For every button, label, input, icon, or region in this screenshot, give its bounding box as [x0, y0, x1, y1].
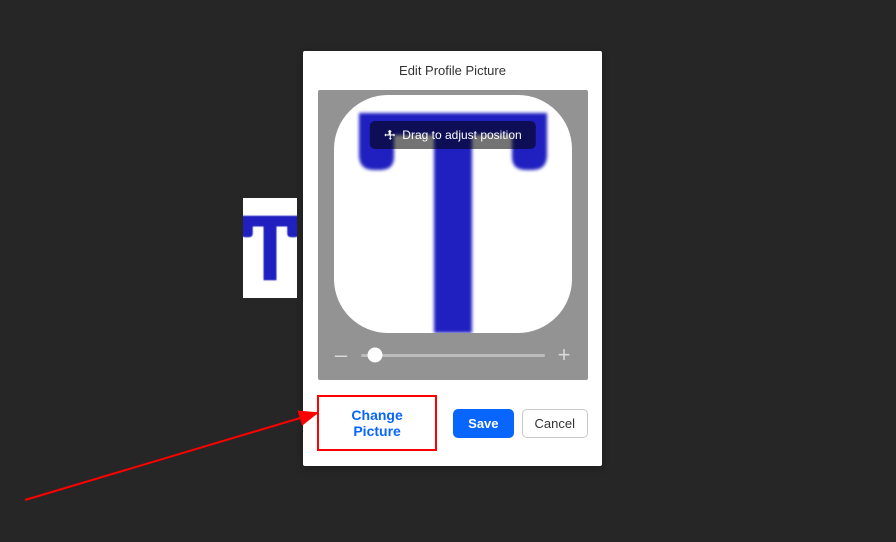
- drag-hint-text: Drag to adjust position: [402, 128, 521, 142]
- modal-title: Edit Profile Picture: [317, 63, 588, 78]
- zoom-slider: – +: [334, 344, 572, 366]
- zoom-in-button[interactable]: +: [557, 344, 572, 366]
- zoom-slider-track[interactable]: [361, 354, 545, 357]
- edit-profile-picture-modal: Edit Profile Picture Drag to adjust posi…: [303, 51, 602, 466]
- zoom-slider-thumb[interactable]: [368, 348, 383, 363]
- annotation-highlight: Change Picture: [317, 395, 437, 451]
- drag-hint-tooltip: Drag to adjust position: [369, 121, 535, 149]
- image-crop-area[interactable]: Drag to adjust position – +: [318, 90, 588, 380]
- background-thumbnail: [243, 198, 297, 298]
- thumbnail-image: [243, 213, 297, 283]
- modal-actions: Change Picture Save Cancel: [317, 395, 588, 451]
- change-picture-button[interactable]: Change Picture: [327, 401, 427, 445]
- move-icon: [383, 129, 396, 142]
- cancel-button[interactable]: Cancel: [522, 409, 588, 438]
- annotation-arrow: [20, 395, 350, 515]
- zoom-out-button[interactable]: –: [334, 344, 349, 366]
- save-button[interactable]: Save: [453, 409, 513, 438]
